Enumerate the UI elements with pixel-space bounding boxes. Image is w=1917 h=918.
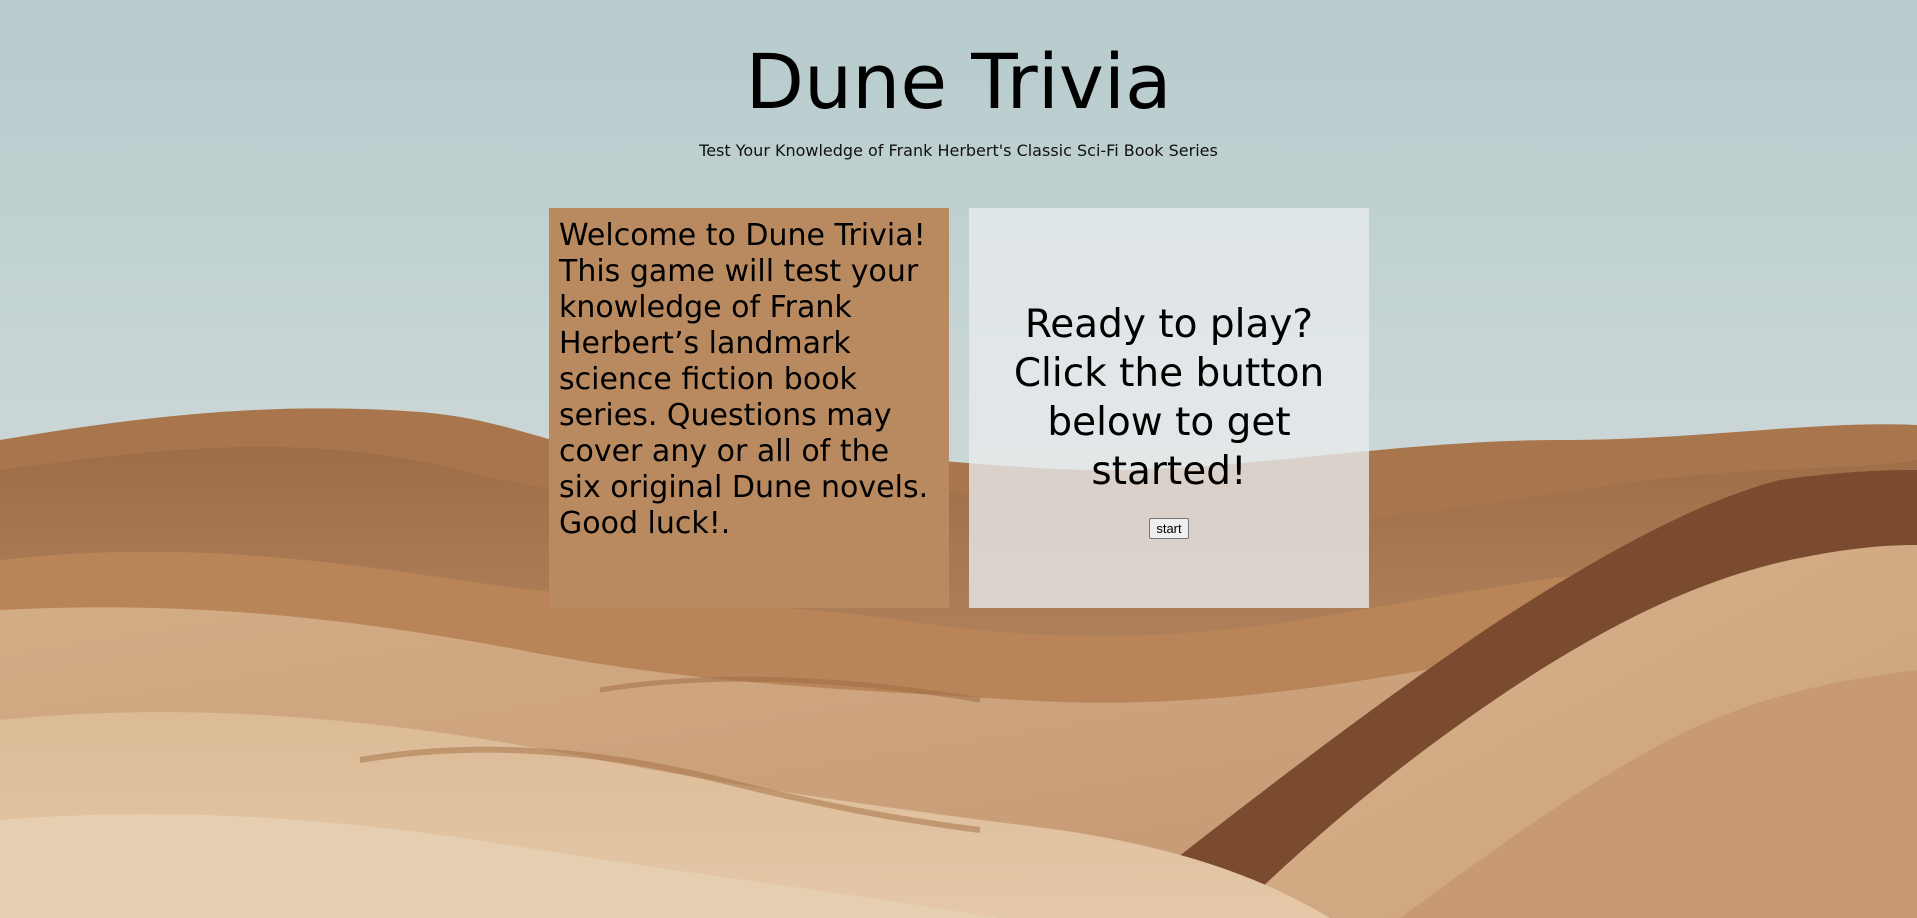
page-subtitle: Test Your Knowledge of Frank Herbert's C… <box>699 141 1218 160</box>
start-button[interactable]: start <box>1149 517 1189 539</box>
page-content: Dune Trivia Test Your Knowledge of Frank… <box>0 0 1917 918</box>
intro-card: Welcome to Dune Trivia! This game will t… <box>549 208 949 608</box>
start-heading: Ready to play? Click the button below to… <box>1013 301 1325 494</box>
page-title: Dune Trivia <box>745 37 1172 126</box>
start-card: Ready to play? Click the button below to… <box>969 208 1369 608</box>
intro-text: Welcome to Dune Trivia! This game will t… <box>559 218 929 541</box>
